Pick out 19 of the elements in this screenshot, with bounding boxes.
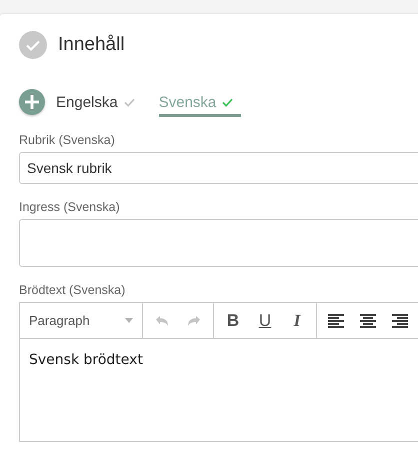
caret-icon [125,318,133,323]
field-label: Rubrik (Svenska) [19,133,116,147]
format-dropdown[interactable]: Paragraph [20,303,143,338]
bold-button[interactable]: B [219,306,247,334]
body-text: Svensk brödtext [29,352,143,368]
section-title: Innehåll [58,34,125,56]
language-tab[interactable]: Engelska [56,87,135,117]
field-label: Brödtext (Svenska) [19,283,126,297]
field-label: Ingress (Svenska) [19,200,121,214]
text-area[interactable] [19,219,418,267]
italic-button[interactable]: I [283,306,311,334]
check-icon [124,98,135,106]
tab-label: Svenska [158,94,216,110]
add-icon[interactable] [19,89,45,115]
editor-content[interactable]: Svensk brödtext [20,339,418,381]
underline-button[interactable]: U [251,306,279,334]
tab-label: Engelska [56,94,118,110]
check-icon [222,98,234,106]
input-field[interactable]: Svensk rubrik [19,152,418,184]
